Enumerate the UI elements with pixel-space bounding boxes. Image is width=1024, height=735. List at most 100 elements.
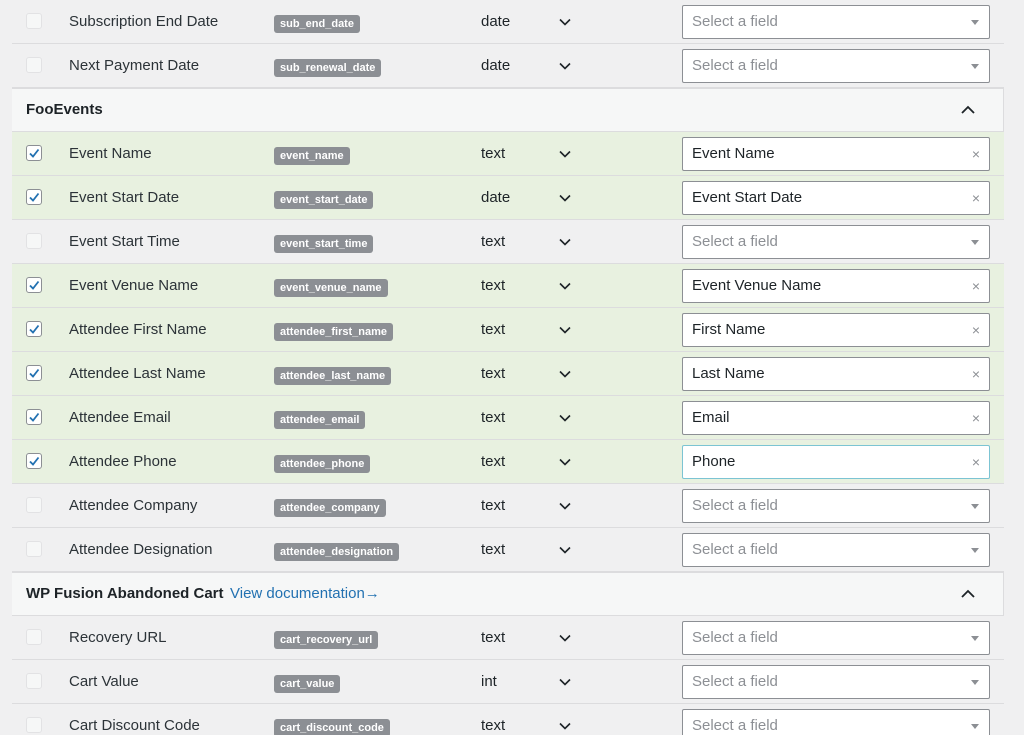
field-label: Attendee Designation	[69, 541, 213, 558]
clear-icon[interactable]: ×	[972, 182, 980, 214]
chevron-down-icon[interactable]	[558, 16, 572, 28]
view-documentation-link[interactable]: View documentation→	[230, 573, 380, 615]
select-placeholder: Select a field	[692, 717, 778, 734]
enable-checkbox[interactable]	[26, 365, 42, 381]
crm-field-select[interactable]: Select a field	[682, 665, 990, 699]
field-key-badge: cart_discount_code	[274, 719, 390, 735]
caret-down-icon	[971, 636, 979, 641]
field-key-badge: event_start_date	[274, 191, 374, 209]
field-row: Attendee Designation attendee_designation…	[12, 528, 1004, 572]
chevron-up-icon[interactable]	[960, 103, 976, 117]
chevron-down-icon[interactable]	[558, 236, 572, 248]
field-key-badge: attendee_designation	[274, 543, 400, 561]
clear-icon[interactable]: ×	[972, 314, 980, 346]
section-header-fooevents[interactable]: FooEvents	[12, 88, 1004, 132]
clear-icon[interactable]: ×	[972, 446, 980, 478]
crm-field-select[interactable]: Event Name ×	[682, 137, 990, 171]
crm-field-select[interactable]: Select a field	[682, 709, 990, 735]
selected-field-value: Last Name	[692, 365, 765, 382]
chevron-down-icon[interactable]	[558, 192, 572, 204]
clear-icon[interactable]: ×	[972, 138, 980, 170]
crm-field-select[interactable]: Email ×	[682, 401, 990, 435]
enable-checkbox[interactable]	[26, 453, 42, 469]
caret-down-icon	[971, 548, 979, 553]
chevron-up-icon[interactable]	[960, 587, 976, 601]
field-key-badge: attendee_email	[274, 411, 366, 429]
enable-checkbox[interactable]	[26, 233, 42, 249]
field-label: Event Name	[69, 145, 152, 162]
selected-field-value: Event Venue Name	[692, 277, 822, 294]
field-key-badge: cart_recovery_url	[274, 631, 379, 649]
enable-checkbox[interactable]	[26, 13, 42, 29]
chevron-down-icon[interactable]	[558, 500, 572, 512]
field-type: text	[481, 409, 506, 426]
section-title: WP Fusion Abandoned Cart	[26, 585, 224, 602]
crm-field-select[interactable]: Select a field	[682, 5, 990, 39]
field-row: Event Venue Name event_venue_name text Even…	[12, 264, 1004, 308]
crm-field-select[interactable]: Event Venue Name ×	[682, 269, 990, 303]
field-key-badge: attendee_company	[274, 499, 386, 517]
enable-checkbox[interactable]	[26, 497, 42, 513]
field-label: Attendee Last Name	[69, 365, 206, 382]
chevron-down-icon[interactable]	[558, 148, 572, 160]
enable-checkbox[interactable]	[26, 57, 42, 73]
field-label: Attendee Phone	[69, 453, 177, 470]
enable-checkbox[interactable]	[26, 629, 42, 645]
selected-field-value: First Name	[692, 321, 766, 338]
chevron-down-icon[interactable]	[558, 324, 572, 336]
enable-checkbox[interactable]	[26, 673, 42, 689]
row-group-subscriptions: Subscription End Date sub_end_date date Sel…	[12, 0, 1004, 88]
enable-checkbox[interactable]	[26, 541, 42, 557]
select-placeholder: Select a field	[692, 13, 778, 30]
field-key-badge: attendee_last_name	[274, 367, 392, 385]
field-label: Event Start Date	[69, 189, 180, 206]
clear-icon[interactable]: ×	[972, 358, 980, 390]
enable-checkbox[interactable]	[26, 717, 42, 733]
checkmark-icon	[29, 192, 40, 202]
crm-field-select[interactable]: Select a field	[682, 49, 990, 83]
field-row: Cart Discount Code cart_discount_code text…	[12, 704, 1004, 735]
chevron-down-icon[interactable]	[558, 280, 572, 292]
crm-field-select[interactable]: Last Name ×	[682, 357, 990, 391]
select-placeholder: Select a field	[692, 57, 778, 74]
checkmark-icon	[29, 412, 40, 422]
enable-checkbox[interactable]	[26, 277, 42, 293]
field-row: Next Payment Date sub_renewal_date date Sel…	[12, 44, 1004, 88]
field-type: text	[481, 717, 506, 734]
field-label: Recovery URL	[69, 629, 167, 646]
chevron-down-icon[interactable]	[558, 720, 572, 732]
crm-field-select[interactable]: First Name ×	[682, 313, 990, 347]
field-label: Attendee Email	[69, 409, 171, 426]
crm-field-select[interactable]: Select a field	[682, 225, 990, 259]
field-type: text	[481, 453, 506, 470]
chevron-down-icon[interactable]	[558, 456, 572, 468]
section-header-abandoned-cart[interactable]: WP Fusion Abandoned Cart View documentat…	[12, 572, 1004, 616]
enable-checkbox[interactable]	[26, 409, 42, 425]
chevron-down-icon[interactable]	[558, 544, 572, 556]
crm-field-select[interactable]: Event Start Date ×	[682, 181, 990, 215]
field-type: int	[481, 673, 497, 690]
field-row: Event Start Time event_start_time text Sele…	[12, 220, 1004, 264]
chevron-down-icon[interactable]	[558, 60, 572, 72]
field-key-badge: event_venue_name	[274, 279, 388, 297]
crm-field-select[interactable]: Select a field	[682, 533, 990, 567]
enable-checkbox[interactable]	[26, 321, 42, 337]
crm-field-select[interactable]: Phone ×	[682, 445, 990, 479]
field-label: Next Payment Date	[69, 57, 200, 74]
enable-checkbox[interactable]	[26, 145, 42, 161]
clear-icon[interactable]: ×	[972, 270, 980, 302]
field-row: Attendee First Name attendee_first_name te…	[12, 308, 1004, 352]
crm-field-select[interactable]: Select a field	[682, 621, 990, 655]
field-type: text	[481, 277, 506, 294]
enable-checkbox[interactable]	[26, 189, 42, 205]
chevron-down-icon[interactable]	[558, 412, 572, 424]
field-key-badge: sub_end_date	[274, 15, 360, 33]
field-type: text	[481, 629, 506, 646]
crm-field-select[interactable]: Select a field	[682, 489, 990, 523]
chevron-down-icon[interactable]	[558, 676, 572, 688]
chevron-down-icon[interactable]	[558, 368, 572, 380]
select-placeholder: Select a field	[692, 673, 778, 690]
chevron-down-icon[interactable]	[558, 632, 572, 644]
clear-icon[interactable]: ×	[972, 402, 980, 434]
field-key-badge: sub_renewal_date	[274, 59, 382, 77]
